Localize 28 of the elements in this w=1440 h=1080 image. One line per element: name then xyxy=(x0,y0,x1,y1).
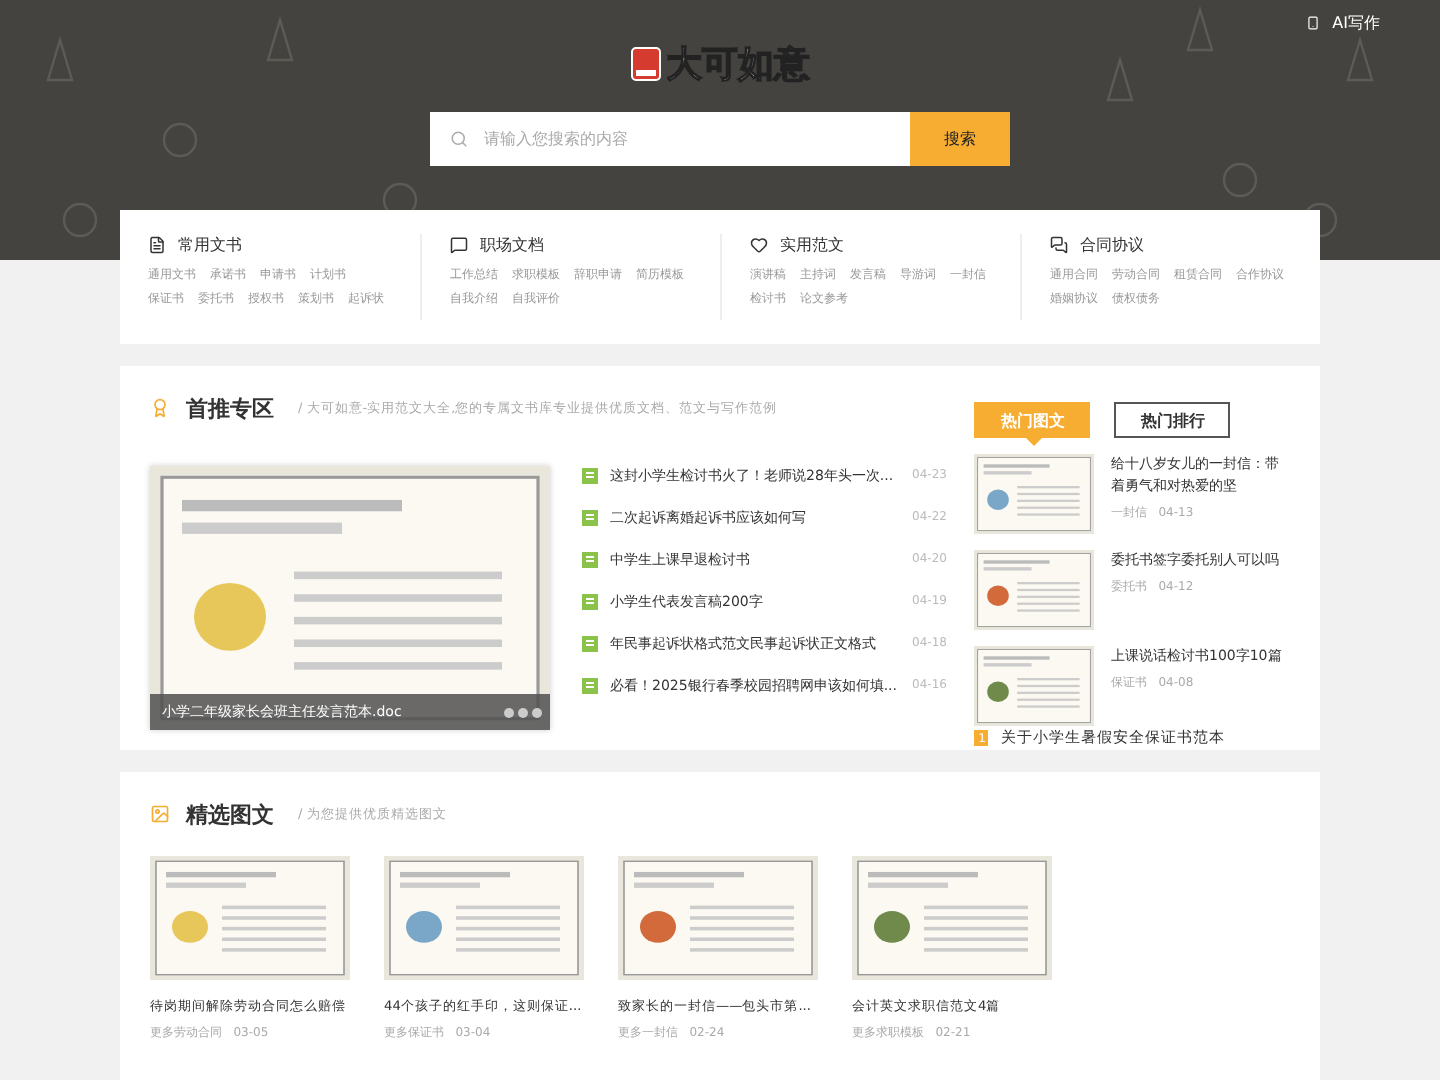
slide-dot[interactable] xyxy=(532,707,542,717)
slide-dot[interactable] xyxy=(504,707,514,717)
document-icon xyxy=(148,236,166,254)
document-icon xyxy=(582,509,598,525)
image-icon xyxy=(150,804,170,824)
search-icon xyxy=(450,130,468,148)
document-icon xyxy=(582,593,598,609)
message-icon xyxy=(450,236,468,254)
slide-dot[interactable] xyxy=(518,707,528,717)
search-field[interactable]: 请输入您搜索的内容 xyxy=(430,112,910,166)
chat-icon xyxy=(1050,236,1068,254)
section-title: 首推专区 xyxy=(186,393,274,423)
category-title: 合同协议 xyxy=(1080,234,1144,256)
book-icon xyxy=(630,46,662,82)
document-icon xyxy=(582,467,598,483)
tab[interactable]: 热门排行 xyxy=(1114,402,1231,438)
section-title: 精选图文 xyxy=(186,799,274,829)
award-icon xyxy=(150,398,170,418)
search-button[interactable]: 搜索 xyxy=(910,112,1010,166)
document-icon xyxy=(582,677,598,693)
category-title: 常用文书 xyxy=(178,234,242,256)
category-title: 实用范文 xyxy=(780,234,844,256)
document-icon xyxy=(582,635,598,651)
ai-writing-link[interactable]: AI写作 xyxy=(1306,12,1380,34)
heart-icon xyxy=(750,236,768,254)
phone-icon xyxy=(1306,16,1321,30)
category-title: 职场文档 xyxy=(480,234,544,256)
document-icon xyxy=(582,551,598,567)
